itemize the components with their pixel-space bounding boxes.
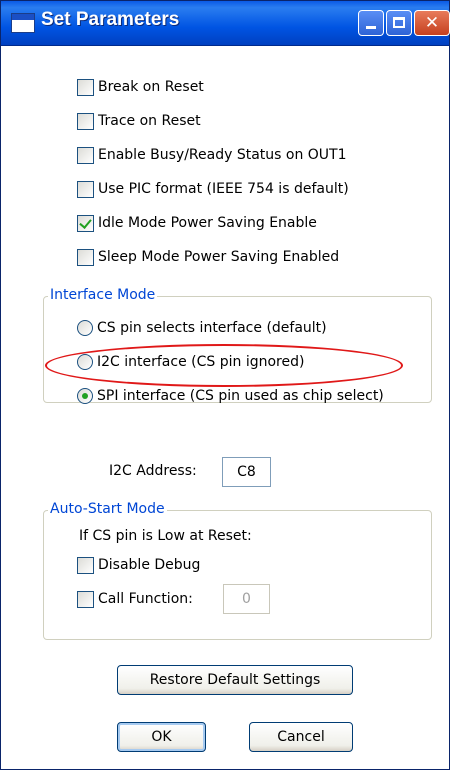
sleep-mode-checkbox[interactable] [77,248,94,266]
sleep-mode-option[interactable]: Sleep Mode Power Saving Enabled [77,246,339,268]
interface-cs-radio[interactable] [77,320,93,336]
call-function-input[interactable]: 0 [223,584,270,614]
break-on-reset-option[interactable]: Break on Reset [77,76,204,98]
window-icon [11,13,35,33]
auto-start-legend: Auto-Start Mode [48,501,167,517]
break-on-reset-checkbox[interactable] [77,78,94,96]
pic-format-option[interactable]: Use PIC format (IEEE 754 is default) [77,178,349,200]
pic-format-label: Use PIC format (IEEE 754 is default) [98,181,349,197]
trace-on-reset-checkbox[interactable] [77,112,94,130]
ok-button[interactable]: OK [117,722,206,752]
interface-spi-label: SPI interface (CS pin used as chip selec… [97,388,384,404]
i2c-address-label: I2C Address: [109,463,197,479]
restore-defaults-button[interactable]: Restore Default Settings [117,665,353,695]
close-icon: ✕ [424,13,440,33]
interface-option-cs[interactable]: CS pin selects interface (default) [77,317,327,339]
call-function-label: Call Function: [98,591,193,607]
idle-mode-checkbox[interactable] [77,214,94,232]
maximize-button[interactable] [386,10,412,36]
busy-ready-label: Enable Busy/Ready Status on OUT1 [98,147,347,163]
minimize-icon [359,11,383,35]
title-bar[interactable]: Set Parameters ✕ [1,1,450,46]
trace-on-reset-option[interactable]: Trace on Reset [77,110,201,132]
spi-highlight-annotation [45,344,403,387]
idle-mode-label: Idle Mode Power Saving Enable [98,215,317,231]
break-on-reset-label: Break on Reset [98,79,204,95]
trace-on-reset-label: Trace on Reset [98,113,201,129]
idle-mode-option[interactable]: Idle Mode Power Saving Enable [77,212,317,234]
sleep-mode-label: Sleep Mode Power Saving Enabled [98,249,340,265]
disable-debug-option[interactable]: Disable Debug [77,554,200,576]
busy-ready-option[interactable]: Enable Busy/Ready Status on OUT1 [77,144,347,166]
busy-ready-checkbox[interactable] [77,146,94,164]
disable-debug-label: Disable Debug [98,557,201,573]
window-title: Set Parameters [41,9,180,30]
interface-spi-radio[interactable] [77,388,93,404]
auto-start-condition: If CS pin is Low at Reset: [79,528,252,544]
interface-mode-legend: Interface Mode [48,287,158,303]
maximize-icon [387,11,411,35]
i2c-address-input[interactable]: C8 [222,457,271,487]
dialog-body: Break on Reset Trace on Reset Enable Bus… [1,46,449,769]
close-button[interactable]: ✕ [414,10,450,36]
disable-debug-checkbox[interactable] [77,556,94,574]
set-parameters-dialog: Set Parameters ✕ Break on Reset Trace on… [0,0,450,770]
call-function-checkbox[interactable] [77,590,94,608]
interface-cs-label: CS pin selects interface (default) [97,320,327,336]
call-function-option[interactable]: Call Function: [77,588,193,610]
cancel-button[interactable]: Cancel [249,722,353,752]
pic-format-checkbox[interactable] [77,180,94,198]
interface-option-spi[interactable]: SPI interface (CS pin used as chip selec… [77,385,384,407]
minimize-button[interactable] [358,10,384,36]
